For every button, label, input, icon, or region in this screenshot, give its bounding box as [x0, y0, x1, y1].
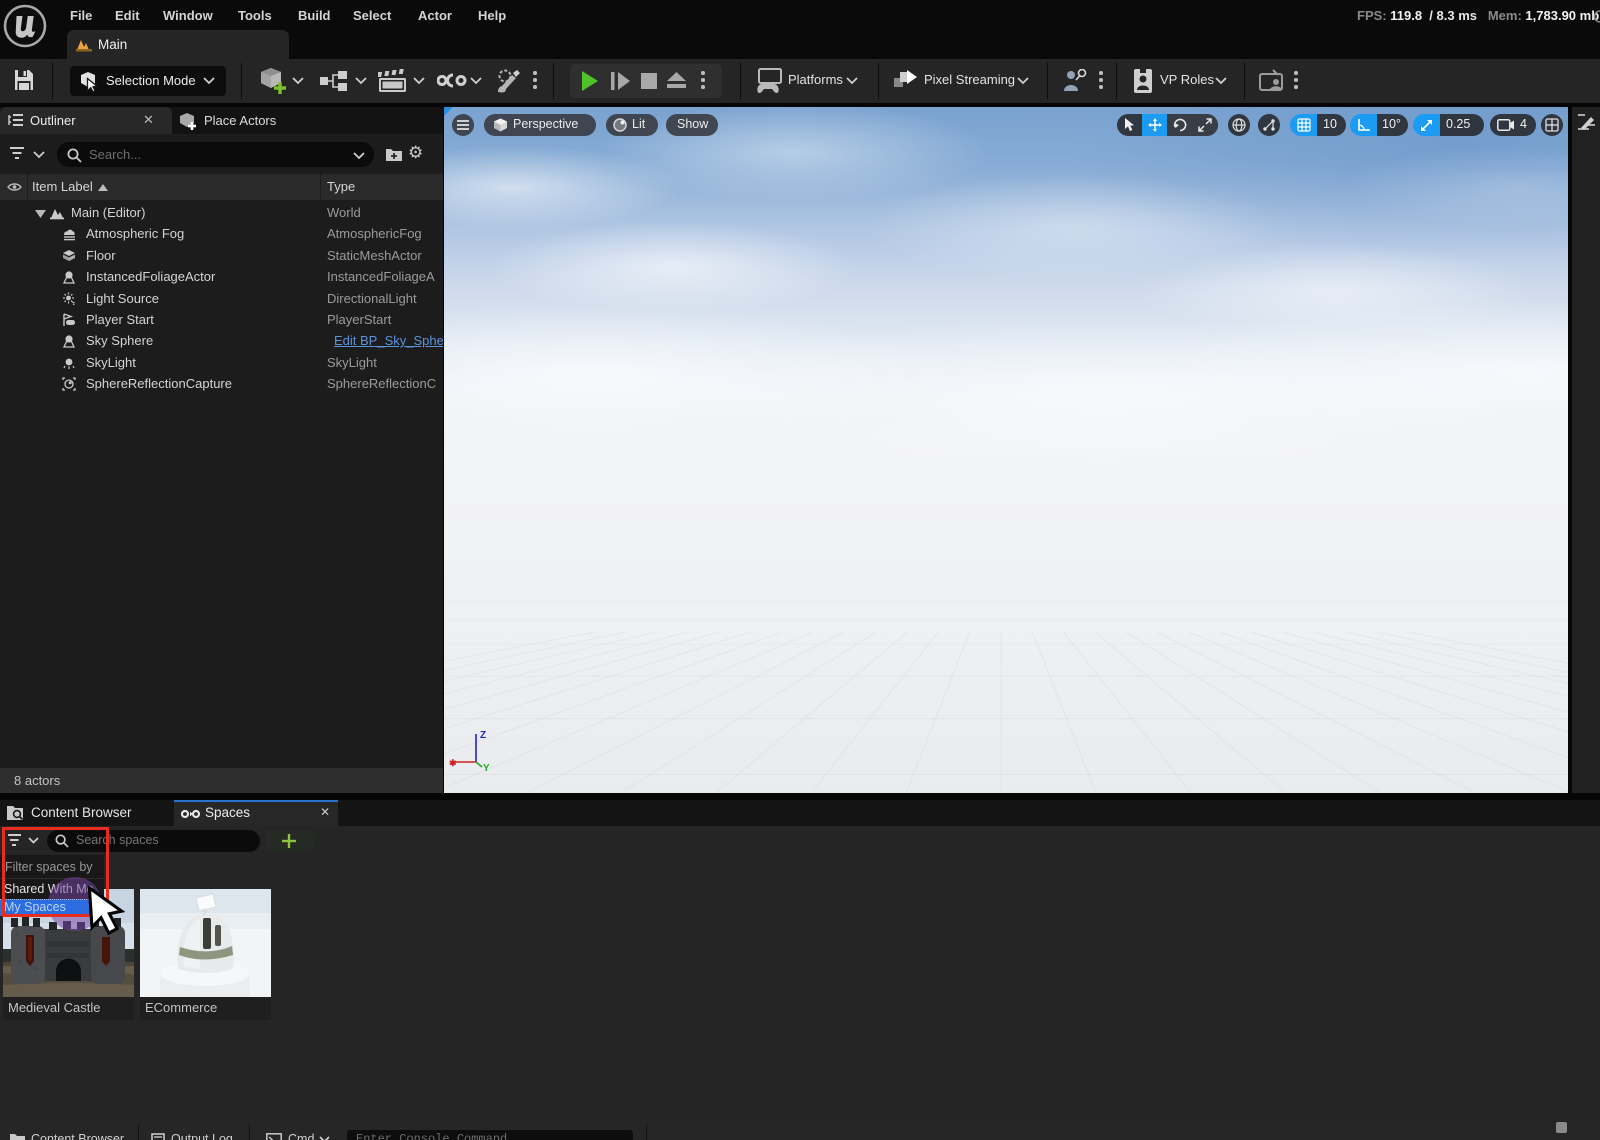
svg-text:Y: Y	[483, 763, 490, 771]
svg-text:✱: ✱	[449, 758, 457, 768]
svg-text:Z: Z	[480, 730, 486, 741]
